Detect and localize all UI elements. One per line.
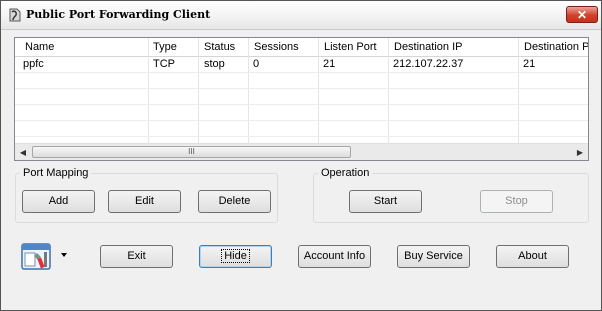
exit-button-label: Exit [127,250,146,262]
column-divider [248,38,249,144]
edit-button-label: Edit [135,195,154,207]
column-header-destination-ip[interactable]: Destination IP [388,38,462,56]
title-bar[interactable]: Public Port Forwarding Client ✕ [1,1,601,30]
window-title: Public Port Forwarding Client [26,8,211,21]
delete-button[interactable]: Delete [198,190,271,213]
cell-listen-port: 21 [323,58,336,70]
row-gridline [15,120,588,121]
account-info-button-label: Account Info [303,250,366,262]
row-gridline [15,72,588,73]
column-header-sessions[interactable]: Sessions [248,38,299,56]
row-gridline [15,136,588,137]
horizontal-scrollbar[interactable]: ◀ III ▶ [15,143,588,160]
stop-button-label: Stop [505,195,528,207]
row-gridline [15,88,588,89]
cell-name: ppfc [23,58,44,70]
buy-service-button-label: Buy Service [404,250,463,262]
edit-button[interactable]: Edit [108,190,181,213]
about-button[interactable]: About [496,245,569,268]
column-divider [318,38,319,144]
tools-icon[interactable] [20,241,54,273]
column-header-name[interactable]: Name [19,38,54,56]
app-icon [9,8,21,22]
column-header-destination-port[interactable]: Destination P [518,38,588,56]
start-button[interactable]: Start [349,190,422,213]
exit-button[interactable]: Exit [100,245,173,268]
column-divider [198,38,199,144]
about-button-label: About [518,250,547,262]
start-button-label: Start [373,195,398,207]
main-window: Public Port Forwarding Client ✕ Name Typ… [0,0,602,311]
hide-button-label: Hide [221,249,250,263]
table-row[interactable]: ppfc TCP stop 0 21 212.107.22.37 21 [15,56,588,72]
operation-label: Operation [318,167,373,179]
column-header-type[interactable]: Type [147,38,177,56]
chevron-down-icon[interactable] [61,253,67,257]
port-list[interactable]: Name Type Status Sessions Listen Port De… [14,37,589,161]
row-gridline [15,104,588,105]
account-info-button[interactable]: Account Info [298,245,371,268]
cell-type: TCP [153,58,175,70]
cell-destination-ip: 212.107.22.37 [393,58,464,70]
hide-button[interactable]: Hide [199,245,272,268]
cell-status: stop [204,58,225,70]
column-header-listen-port[interactable]: Listen Port [318,38,377,56]
scroll-left-icon[interactable]: ◀ [15,144,31,160]
column-divider [388,38,389,144]
add-button-label: Add [48,195,69,207]
cell-destination-port: 21 [523,58,536,70]
delete-button-label: Delete [218,195,251,207]
cell-sessions: 0 [253,58,260,70]
port-mapping-label: Port Mapping [20,167,92,179]
scroll-right-icon[interactable]: ▶ [572,144,588,160]
list-header: Name Type Status Sessions Listen Port De… [15,38,588,57]
column-divider [518,38,519,144]
column-header-status[interactable]: Status [198,38,235,56]
stop-button[interactable]: Stop [480,190,553,213]
buy-service-button[interactable]: Buy Service [397,245,470,268]
column-divider [148,38,149,144]
scroll-thumb[interactable]: III [32,146,351,158]
close-button[interactable]: ✕ [566,6,598,23]
add-button[interactable]: Add [22,190,95,213]
